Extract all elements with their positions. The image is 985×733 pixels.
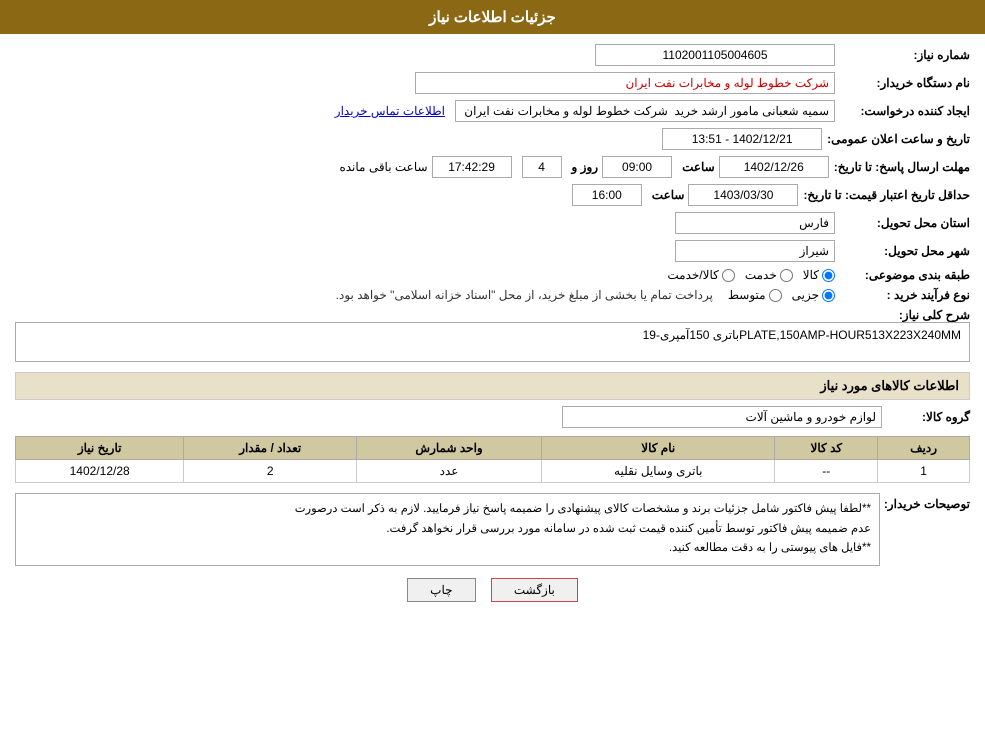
group-label: گروه کالا: bbox=[890, 410, 970, 424]
process-partial-radio[interactable] bbox=[822, 289, 835, 302]
category-goods-service-label: کالا/خدمت bbox=[667, 268, 718, 282]
province-label: استان محل تحویل: bbox=[840, 216, 970, 230]
process-medium-label: متوسط bbox=[728, 288, 766, 302]
buyer-notes-line3: **فایل های پیوستی را به دقت مطالعه کنید. bbox=[24, 539, 871, 559]
col-row: ردیف bbox=[878, 437, 970, 460]
buyer-notes-box: **لطفا پیش فاکتور شامل جزئیات برند و مشخ… bbox=[15, 493, 880, 566]
reply-date-input[interactable] bbox=[719, 156, 829, 178]
reply-time-label: ساعت bbox=[682, 160, 715, 174]
price-validity-date-input[interactable] bbox=[688, 184, 798, 206]
col-code: کد کالا bbox=[775, 437, 878, 460]
cell-unit: عدد bbox=[357, 460, 542, 483]
back-button[interactable]: بازگشت bbox=[491, 578, 578, 602]
city-input[interactable] bbox=[675, 240, 835, 262]
page-header: جزئیات اطلاعات نیاز bbox=[0, 0, 985, 34]
reply-deadline-label: مهلت ارسال پاسخ: تا تاریخ: bbox=[834, 160, 970, 174]
buyer-notes-line2: عدم ضمیمه پیش فاکتور توسط تأمین کننده قی… bbox=[24, 520, 871, 540]
price-validity-time-input[interactable] bbox=[572, 184, 642, 206]
process-medium-radio[interactable] bbox=[769, 289, 782, 302]
goods-section-title: اطلاعات کالاهای مورد نیاز bbox=[15, 372, 970, 400]
price-validity-label: حداقل تاریخ اعتبار قیمت: تا تاریخ: bbox=[803, 188, 970, 202]
reply-time-input[interactable] bbox=[602, 156, 672, 178]
category-radio-group: کالا خدمت کالا/خدمت bbox=[667, 268, 835, 282]
process-radio-group: جزیی متوسط bbox=[728, 288, 835, 302]
cell-code: -- bbox=[775, 460, 878, 483]
province-input[interactable] bbox=[675, 212, 835, 234]
cell-date: 1402/12/28 bbox=[16, 460, 184, 483]
category-goods-label: کالا bbox=[803, 268, 819, 282]
category-goods-radio[interactable] bbox=[822, 269, 835, 282]
reply-days-input[interactable] bbox=[522, 156, 562, 178]
category-service-label: خدمت bbox=[745, 268, 777, 282]
description-box: باتری 150آمپری-19PLATE,150AMP-HOUR513X22… bbox=[15, 322, 970, 362]
col-unit: واحد شمارش bbox=[357, 437, 542, 460]
contact-link[interactable]: اطلاعات تماس خریدار bbox=[335, 104, 445, 118]
buyer-org-label: نام دستگاه خریدار: bbox=[840, 76, 970, 90]
announce-date-input[interactable] bbox=[662, 128, 822, 150]
need-number-input[interactable] bbox=[595, 44, 835, 66]
table-row: 1 -- باتری وسایل نقلیه عدد 2 1402/12/28 bbox=[16, 460, 970, 483]
price-validity-time-label: ساعت bbox=[652, 188, 685, 202]
category-service-radio[interactable] bbox=[780, 269, 793, 282]
page-title: جزئیات اطلاعات نیاز bbox=[429, 9, 556, 26]
buyer-notes-line1: **لطفا پیش فاکتور شامل جزئیات برند و مشخ… bbox=[24, 500, 871, 520]
cell-name: باتری وسایل نقلیه bbox=[542, 460, 775, 483]
description-label: شرح کلی نیاز: bbox=[840, 308, 970, 322]
process-partial-label: جزیی bbox=[792, 288, 819, 302]
creator-input[interactable] bbox=[455, 100, 835, 122]
col-qty: تعداد / مقدار bbox=[184, 437, 357, 460]
creator-label: ایجاد کننده درخواست: bbox=[840, 104, 970, 118]
remaining-time-label: ساعت باقی مانده bbox=[339, 160, 427, 174]
description-value: باتری 150آمپری-19PLATE,150AMP-HOUR513X22… bbox=[643, 328, 961, 342]
print-button[interactable]: چاپ bbox=[407, 578, 475, 602]
col-name: نام کالا bbox=[542, 437, 775, 460]
process-label: نوع فرآیند خرید : bbox=[840, 288, 970, 302]
col-date: تاریخ نیاز bbox=[16, 437, 184, 460]
announce-date-label: تاریخ و ساعت اعلان عمومی: bbox=[827, 132, 970, 146]
remaining-time-input[interactable] bbox=[432, 156, 512, 178]
city-label: شهر محل تحویل: bbox=[840, 244, 970, 258]
cell-qty: 2 bbox=[184, 460, 357, 483]
reply-days-label: روز و bbox=[572, 160, 599, 174]
category-goods-service-radio[interactable] bbox=[722, 269, 735, 282]
need-number-label: شماره نیاز: bbox=[840, 48, 970, 62]
buyer-notes-label: توصیحات خریدار: bbox=[880, 493, 970, 511]
group-value-input[interactable] bbox=[562, 406, 882, 428]
buyer-org-input[interactable] bbox=[415, 72, 835, 94]
category-label: طبقه بندی موضوعی: bbox=[840, 268, 970, 282]
process-note: پرداخت تمام یا بخشی از مبلغ خرید، از محل… bbox=[336, 288, 713, 302]
goods-table: ردیف کد کالا نام کالا واحد شمارش تعداد /… bbox=[15, 436, 970, 483]
cell-row: 1 bbox=[878, 460, 970, 483]
